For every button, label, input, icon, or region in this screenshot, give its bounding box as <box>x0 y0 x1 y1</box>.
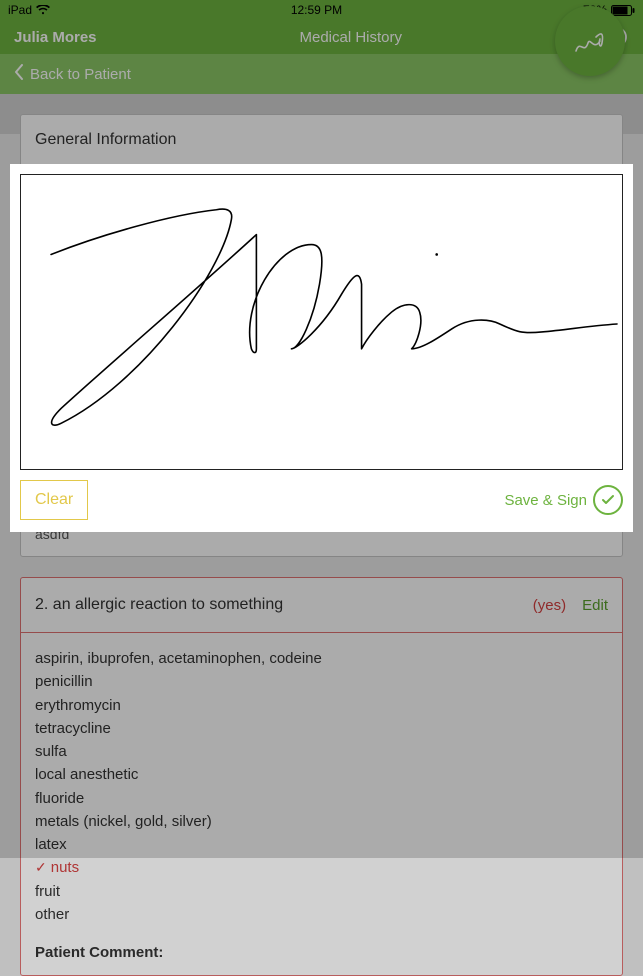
signature-canvas[interactable] <box>20 174 623 470</box>
clear-button[interactable]: Clear <box>20 480 88 520</box>
list-item: fruit <box>35 880 608 903</box>
save-sign-button[interactable]: Save & Sign <box>504 485 623 515</box>
list-item: other <box>35 903 608 926</box>
save-sign-label: Save & Sign <box>504 492 587 509</box>
signature-modal: Clear Save & Sign <box>10 164 633 532</box>
list-item-checked: ✓ nuts <box>35 856 608 879</box>
check-icon: ✓ <box>35 857 47 879</box>
check-circle-icon <box>593 485 623 515</box>
patient-comment-label: Patient Comment: <box>21 940 622 975</box>
